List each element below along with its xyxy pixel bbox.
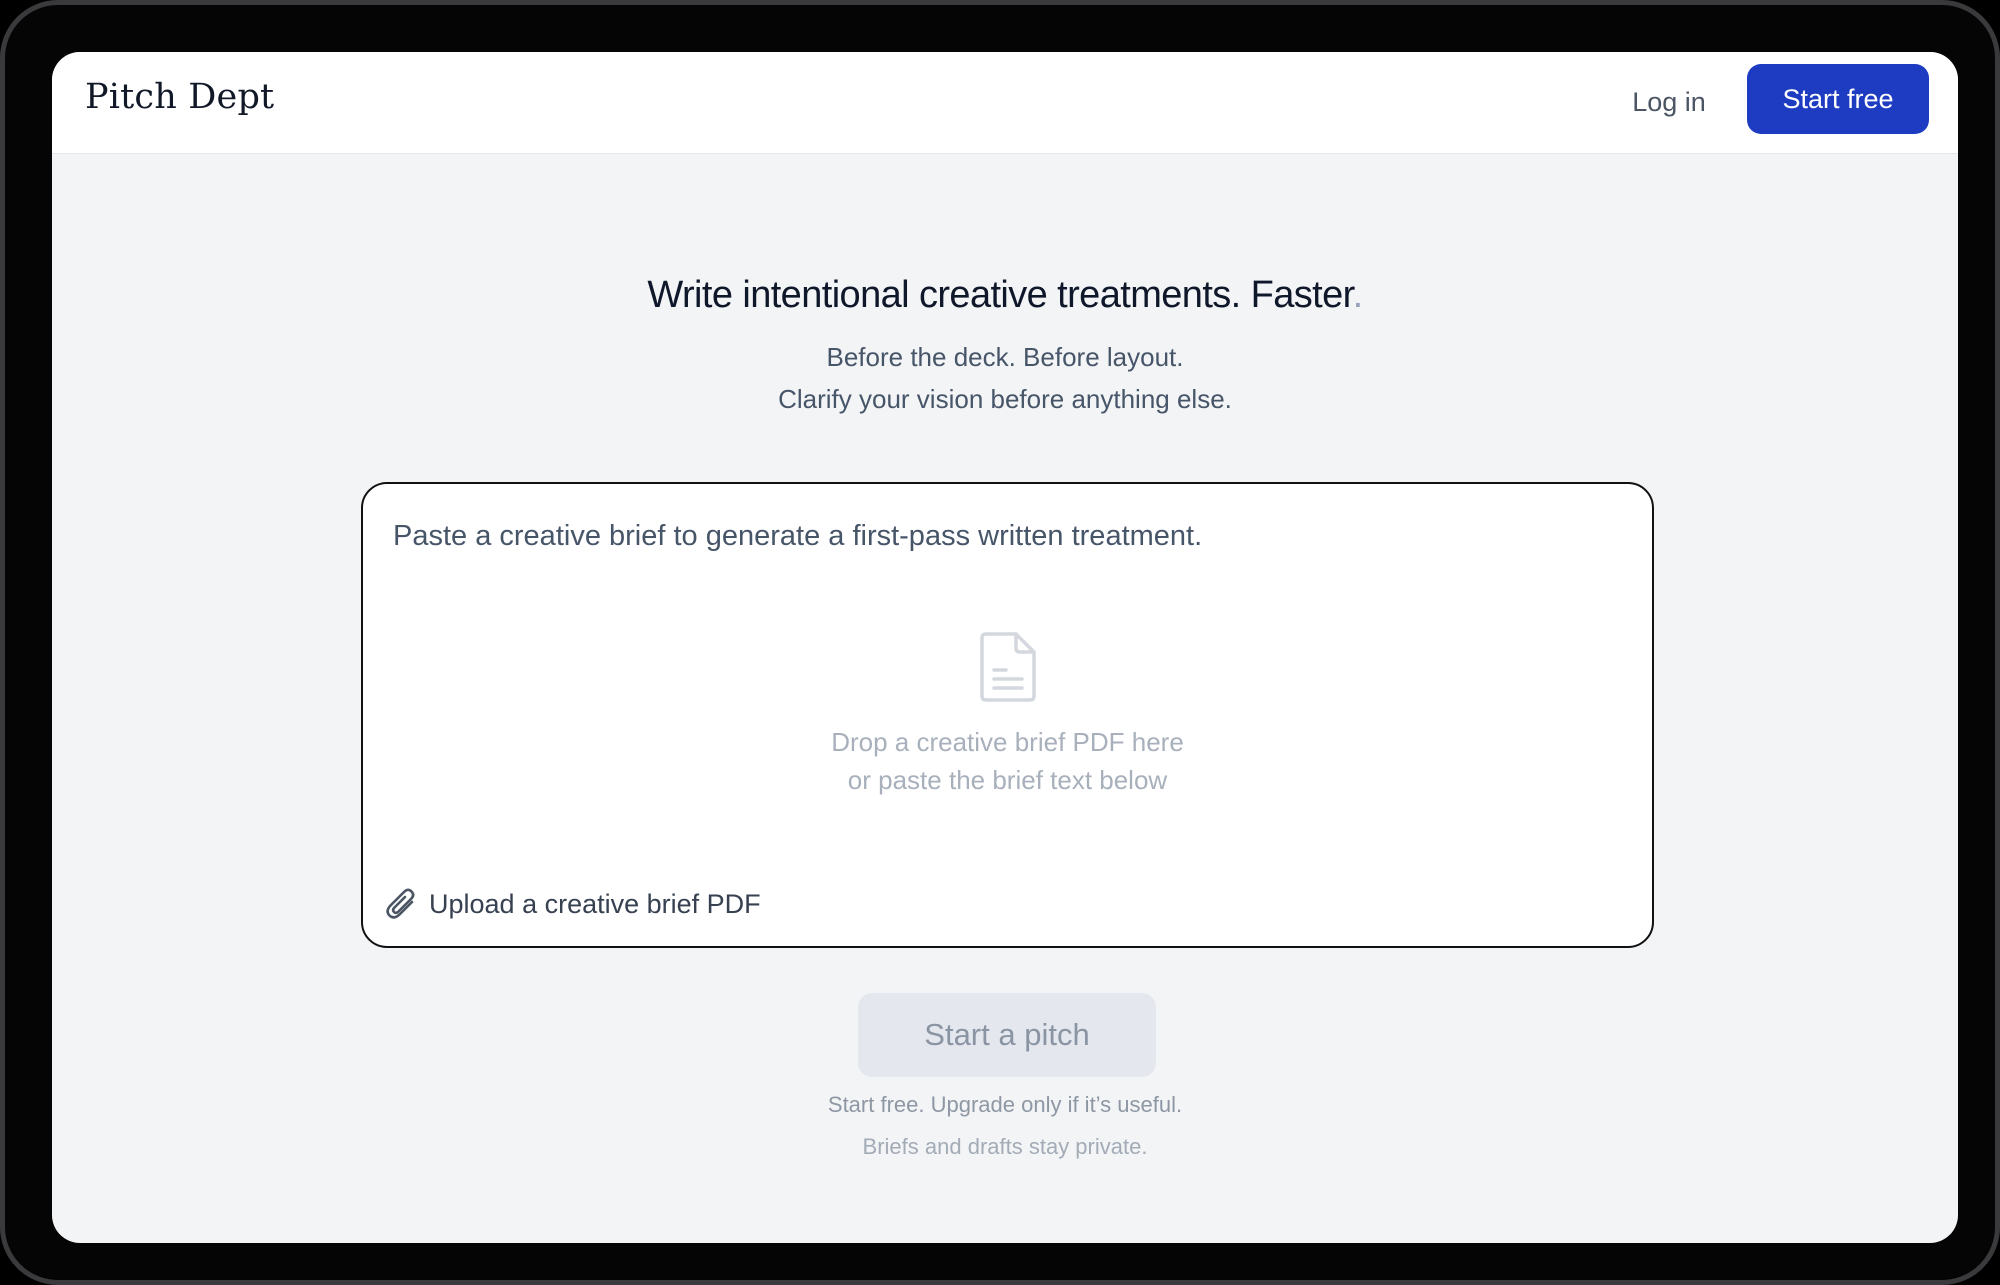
upload-pdf-label: Upload a creative brief PDF xyxy=(429,888,761,919)
subtitle-line-2: Clarify your vision before anything else… xyxy=(778,384,1232,414)
start-free-button[interactable]: Start free xyxy=(1747,64,1929,134)
device-frame: Pitch Dept Log in Start free Write inten… xyxy=(0,0,2000,1285)
brand-logo[interactable]: Pitch Dept xyxy=(85,77,274,117)
brief-text-input[interactable] xyxy=(393,520,1623,600)
pricing-note: Start free. Upgrade only if it’s useful. xyxy=(827,1092,1183,1117)
upload-pdf-button[interactable]: Upload a creative brief PDF xyxy=(385,884,761,924)
page-title: Write intentional creative treatments. F… xyxy=(52,274,1958,317)
page-title-dot: . xyxy=(1352,274,1364,316)
privacy-note: Briefs and drafts stay private. xyxy=(862,1134,1148,1159)
start-pitch-button[interactable]: Start a pitch xyxy=(858,993,1156,1077)
document-icon xyxy=(980,632,1036,702)
page-title-text: Write intentional creative treatments. F… xyxy=(647,274,1353,316)
drop-hint-line-2: or paste the brief text below xyxy=(847,765,1168,795)
paperclip-icon xyxy=(386,888,415,919)
drop-hint-line-1: Drop a creative brief PDF here xyxy=(831,727,1184,757)
brief-dropzone[interactable]: Drop a creative brief PDF here or paste … xyxy=(361,482,1654,948)
subtitle-line-1: Before the deck. Before layout. xyxy=(826,342,1184,372)
top-nav: Pitch Dept Log in Start free xyxy=(52,52,1958,154)
app-screen: Pitch Dept Log in Start free Write inten… xyxy=(52,52,1958,1243)
login-link[interactable]: Log in xyxy=(1619,80,1719,124)
